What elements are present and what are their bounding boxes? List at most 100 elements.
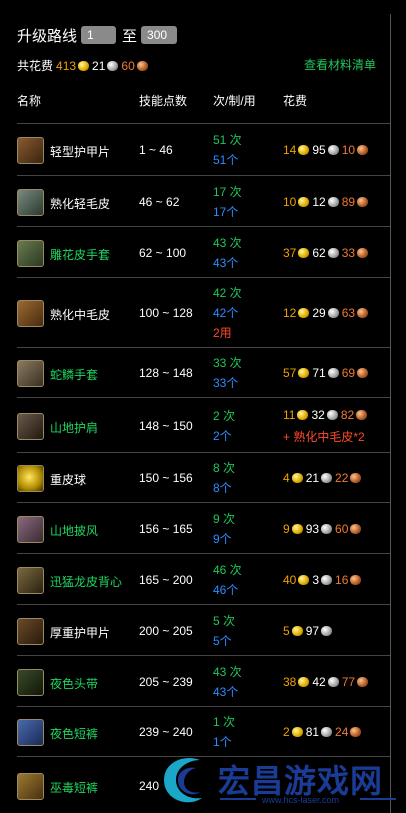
- light-armor-kit-icon[interactable]: [17, 137, 44, 164]
- recipe-name[interactable]: 轻型护甲片: [50, 143, 110, 160]
- recipe-name[interactable]: 山地披风: [50, 522, 98, 539]
- copper-coin-icon: [357, 368, 369, 378]
- table-row[interactable]: 重皮球 150 ~ 156 8 次 8个 4 21 22: [17, 452, 391, 503]
- silver-coin-icon: [327, 145, 339, 155]
- table-row[interactable]: 夜色头带 205 ~ 239 43 次 43个 38 42 77: [17, 655, 391, 707]
- recipe-cost: 4 21 22: [283, 471, 364, 485]
- murloc-scale-gloves-icon[interactable]: [17, 360, 44, 387]
- cost-copper: 82: [340, 408, 355, 422]
- table-row[interactable]: 山地披风 156 ~ 165 9 次 9个 9 93 60: [17, 502, 391, 554]
- hillman-shoulders-icon[interactable]: [17, 413, 44, 440]
- cost-gold: 12: [283, 306, 297, 320]
- craft-times: 33 次: [213, 356, 242, 370]
- cost-copper: 69: [341, 366, 356, 380]
- column-name: 名称: [17, 94, 42, 108]
- recipe-name[interactable]: 巫毒短裤: [50, 779, 98, 796]
- skill-range: 62 ~ 100: [139, 246, 187, 260]
- gold-coin-icon: [298, 308, 310, 318]
- recipe-name[interactable]: 重皮球: [50, 471, 86, 488]
- recipe-cost: 14 95 10: [283, 143, 371, 157]
- skill-range: 148 ~ 150: [139, 419, 193, 433]
- silver-coin-icon: [327, 677, 339, 687]
- items-made: 43个: [213, 685, 239, 699]
- total-copper: 60: [121, 58, 135, 73]
- skill-range: 128 ~ 148: [139, 366, 193, 380]
- start-level-input[interactable]: 1: [81, 26, 117, 44]
- recipe-cost: 57 71 69: [283, 366, 371, 380]
- silver-coin-icon: [107, 60, 119, 71]
- cost-copper: 10: [341, 143, 356, 157]
- craft-times: 17 次: [213, 185, 242, 199]
- table-row[interactable]: 厚重护甲片 200 ~ 205 5 次 5个 5 97: [17, 604, 391, 656]
- cured-light-hide-icon[interactable]: [17, 189, 44, 216]
- cost-copper: 63: [341, 306, 356, 320]
- craft-count: 2 次 2个: [213, 406, 235, 446]
- items-made: 46个: [213, 583, 239, 597]
- cured-medium-hide-icon[interactable]: [17, 300, 44, 327]
- table-row[interactable]: 蛇鳞手套 128 ~ 148 33 次 33个 57 71 69: [17, 347, 391, 398]
- voodoo-pants-icon[interactable]: [17, 773, 44, 800]
- recipe-name[interactable]: 熟化中毛皮: [50, 306, 110, 323]
- copper-coin-icon: [350, 727, 362, 737]
- recipe-name[interactable]: 熟化轻毛皮: [50, 195, 110, 212]
- route-title: 升级路线: [17, 27, 78, 45]
- recipe-name[interactable]: 夜色短裤: [50, 725, 98, 742]
- table-row[interactable]: 轻型护甲片 1 ~ 46 51 次 51个 14 95 10: [17, 123, 391, 176]
- craft-times: 1 次: [213, 715, 236, 729]
- copper-coin-icon: [357, 197, 369, 207]
- silver-coin-icon: [327, 197, 339, 207]
- raptor-hide-harness-icon[interactable]: [17, 567, 44, 594]
- gold-coin-icon: [291, 626, 303, 636]
- recipe-name[interactable]: 迅猛龙皮背心: [50, 573, 122, 590]
- cost-silver: 42: [312, 675, 326, 689]
- cost-gold: 9: [283, 522, 290, 536]
- copper-coin-icon: [357, 677, 369, 687]
- table-row[interactable]: 雕花皮手套 62 ~ 100 43 次 43个 37 62 33: [17, 226, 391, 278]
- silver-coin-icon: [321, 727, 333, 737]
- recipe-name[interactable]: 雕花皮手套: [50, 246, 110, 263]
- cost-gold: 11: [283, 408, 296, 422]
- items-made: 17个: [213, 205, 239, 219]
- silver-coin-icon: [321, 626, 333, 636]
- cost-gold: 5: [283, 624, 290, 638]
- cost-copper: 60: [335, 522, 349, 536]
- copper-coin-icon: [350, 473, 362, 483]
- table-row[interactable]: 熟化中毛皮 100 ~ 128 42 次 42个 2用 12 29 63: [17, 277, 391, 348]
- gold-coin-icon: [298, 677, 310, 687]
- craft-count: 17 次 17个: [213, 182, 242, 222]
- table-row[interactable]: 熟化轻毛皮 46 ~ 62 17 次 17个 10 12 89: [17, 175, 391, 227]
- extra-material: + 熟化中毛皮*2: [283, 430, 365, 444]
- gold-coin-icon: [291, 524, 303, 534]
- craft-count: 33 次 33个: [213, 353, 242, 393]
- view-materials-link[interactable]: 查看材料清单: [304, 56, 376, 73]
- copper-coin-icon: [357, 145, 369, 155]
- recipe-cost: 40 3 16: [283, 573, 364, 587]
- craft-times: 43 次: [213, 665, 242, 679]
- recipe-name[interactable]: 厚重护甲片: [50, 624, 110, 641]
- cost-silver: 29: [312, 306, 326, 320]
- route-header: 升级路线 1 至 300: [17, 25, 178, 45]
- silver-coin-icon: [327, 308, 339, 318]
- cost-silver: 3: [312, 573, 320, 587]
- recipe-name[interactable]: 山地护肩: [50, 419, 98, 436]
- leveling-route-panel: 升级路线 1 至 300 共花费 413 21 60 查看材料清单 名称 技能点…: [0, 0, 391, 813]
- scrollbar-track[interactable]: [390, 14, 391, 813]
- table-row[interactable]: 迅猛龙皮背心 165 ~ 200 46 次 46个 40 3 16: [17, 553, 391, 605]
- recipe-name[interactable]: 蛇鳞手套: [50, 366, 98, 383]
- cost-gold: 40: [283, 573, 297, 587]
- craft-count: 43 次 43个: [213, 662, 242, 702]
- end-level-input[interactable]: 300: [141, 26, 178, 44]
- skill-range: 200 ~ 205: [139, 624, 193, 638]
- embossed-leather-gloves-icon[interactable]: [17, 240, 44, 267]
- gold-coin-icon: [298, 248, 310, 258]
- heavy-leather-ball-icon[interactable]: [17, 465, 44, 492]
- table-row[interactable]: 山地护肩 148 ~ 150 2 次 2个 11 32 82 + 熟化中毛皮*2: [17, 397, 391, 453]
- hillman-cloak-icon[interactable]: [17, 516, 44, 543]
- nightscape-pants-icon[interactable]: [17, 719, 44, 746]
- cost-silver: 81: [305, 725, 320, 739]
- nightscape-headband-icon[interactable]: [17, 669, 44, 696]
- heavy-armor-kit-icon[interactable]: [17, 618, 44, 645]
- cost-gold: 10: [283, 195, 297, 209]
- column-count: 次/制/用: [213, 94, 256, 108]
- recipe-name[interactable]: 夜色头带: [50, 675, 98, 692]
